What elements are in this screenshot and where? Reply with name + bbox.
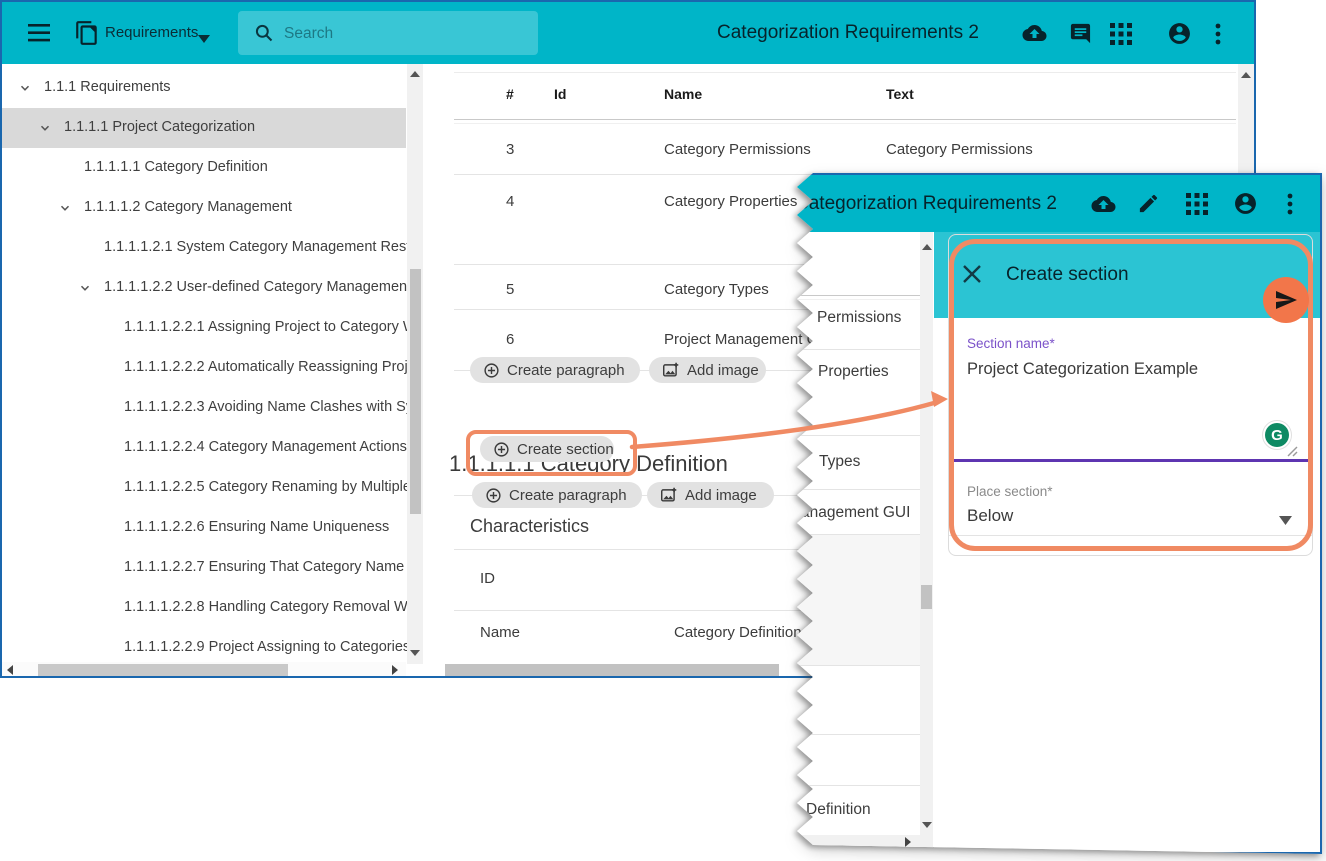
- document-horizontal-scrollbar[interactable]: [445, 664, 779, 677]
- cell-name: Category Permissions: [664, 141, 811, 158]
- strip-horizontal-scrollbar[interactable]: [797, 835, 920, 848]
- chevron-down-icon[interactable]: [58, 201, 72, 220]
- table-fragment: anagement GUI: [801, 504, 910, 522]
- tree-item[interactable]: 1.1.1.1.2.2.5 Category Renaming by Multi…: [2, 468, 406, 508]
- cell-name: Category Types: [664, 281, 769, 298]
- table-fragment: n: [799, 331, 808, 349]
- tree-item[interactable]: 1.1.1.1.2.2.2 Automatically Reassigning …: [2, 348, 406, 388]
- tree-item[interactable]: 1.1.1.1.2.1 System Category Management R…: [2, 228, 406, 268]
- scrollbar-thumb[interactable]: [38, 664, 288, 676]
- create-paragraph-button[interactable]: Create paragraph: [470, 357, 640, 383]
- tree-item[interactable]: 1.1.1.1.2.2.6 Ensuring Name Uniqueness: [2, 508, 406, 548]
- window-title: Categorization Requirements 2: [717, 2, 979, 64]
- scroll-down-icon[interactable]: [922, 822, 932, 828]
- chevron-down-icon: [198, 30, 210, 48]
- column-header-name[interactable]: Name: [664, 86, 702, 102]
- add-image-button[interactable]: Add image: [649, 357, 766, 383]
- submit-section-button[interactable]: [1263, 277, 1309, 323]
- column-header-num[interactable]: #: [506, 86, 514, 102]
- cell-num: 5: [506, 281, 514, 298]
- tree-item[interactable]: 1.1.1.1.2 Category Management: [2, 188, 406, 228]
- requirements-tree-panel: 1.1.1 Requirements 1.1.1.1 Project Categ…: [2, 64, 426, 678]
- cell-num: 4: [506, 193, 514, 210]
- cloud-upload-icon[interactable]: [1021, 21, 1048, 50]
- chevron-down-icon[interactable]: [18, 81, 32, 100]
- tree-vertical-scrollbar[interactable]: [407, 64, 423, 664]
- section-name-input[interactable]: Project Categorization Example: [967, 360, 1198, 379]
- textarea-underline: [949, 459, 1312, 462]
- document-selector[interactable]: Requirements: [105, 2, 198, 64]
- apps-grid-icon[interactable]: [1186, 193, 1208, 220]
- scrollbar-thumb[interactable]: [410, 269, 421, 514]
- document-icon[interactable]: [74, 19, 100, 52]
- column-header-text[interactable]: Text: [886, 86, 914, 102]
- table-fragment: Types: [819, 453, 860, 471]
- column-header-id[interactable]: Id: [554, 86, 566, 102]
- tree-item[interactable]: 1.1.1.1.2.2.3 Avoiding Name Clashes with…: [2, 388, 406, 428]
- search-bar: [238, 11, 538, 55]
- cell-name: Category Properties: [664, 193, 797, 210]
- overlay-window: Categorization Requirements 2: [797, 173, 1322, 854]
- table-fragment: Permissions: [817, 309, 901, 327]
- tree-item[interactable]: 1.1.1.1.2.2.1 Assigning Project to Categ…: [2, 308, 406, 348]
- account-icon[interactable]: [1233, 191, 1258, 221]
- scroll-up-icon[interactable]: [922, 244, 932, 250]
- create-paragraph-button[interactable]: Create paragraph: [472, 482, 642, 508]
- cell-text: Category Permissions: [886, 141, 1033, 158]
- chevron-down-icon[interactable]: [78, 281, 92, 300]
- cell-num: 6: [506, 331, 514, 348]
- more-vert-icon[interactable]: [1287, 193, 1293, 220]
- tree-item[interactable]: 1.1.1.1.1 Category Definition: [2, 148, 406, 188]
- comments-icon[interactable]: [1069, 22, 1092, 50]
- scroll-right-icon[interactable]: [392, 665, 398, 675]
- tree-item[interactable]: 1.1.1.1.2.2.8 Handling Category Removal …: [2, 588, 406, 628]
- create-section-dialog: Create section Section name* Project Cat…: [934, 232, 1322, 854]
- characteristics-title: Characteristics: [470, 516, 589, 537]
- table-fragment: Properties: [818, 363, 889, 381]
- overlay-window-shadow: Categorization Requirements 2: [797, 173, 1322, 854]
- char-row-label[interactable]: Name: [480, 624, 520, 641]
- create-section-button[interactable]: Create section: [480, 436, 614, 462]
- tree-horizontal-scrollbar[interactable]: [2, 662, 406, 678]
- scroll-right-icon[interactable]: [905, 837, 911, 847]
- tree-item[interactable]: 1.1.1.1.2.2.4 Category Management Action…: [2, 428, 406, 468]
- menu-icon[interactable]: [28, 24, 50, 47]
- place-section-select[interactable]: Below: [967, 506, 1013, 526]
- tree-item[interactable]: 1.1.1.1.2.2.7 Ensuring That Category Nam…: [2, 548, 406, 588]
- char-row-label[interactable]: ID: [480, 570, 495, 587]
- add-image-button[interactable]: Add image: [647, 482, 774, 508]
- char-row-value[interactable]: Category Definition: [674, 624, 802, 641]
- document-strip: Permissions n Properties Types anagement…: [797, 232, 920, 854]
- scroll-down-icon[interactable]: [410, 650, 420, 656]
- place-section-label: Place section*: [967, 484, 1053, 499]
- account-icon[interactable]: [1167, 21, 1192, 51]
- tree-item[interactable]: 1.1.1 Requirements: [2, 68, 406, 108]
- close-icon[interactable]: [962, 264, 982, 289]
- search-input[interactable]: [282, 11, 526, 57]
- section-name-label: Section name*: [967, 336, 1055, 351]
- strip-vertical-scrollbar[interactable]: [920, 232, 933, 848]
- screenshot-root: Requirements Categorization Requirements…: [0, 0, 1326, 861]
- scroll-up-icon[interactable]: [410, 71, 420, 77]
- search-icon: [254, 23, 274, 48]
- table-fragment: Definition: [806, 801, 871, 819]
- chevron-down-icon[interactable]: [38, 121, 52, 140]
- dialog-title: Create section: [1006, 232, 1129, 318]
- scroll-left-icon[interactable]: [7, 665, 13, 675]
- tree-item-selected[interactable]: 1.1.1.1 Project Categorization: [2, 108, 406, 148]
- app-header: Categorization Requirements 2: [797, 175, 1320, 232]
- more-vert-icon[interactable]: [1215, 23, 1221, 50]
- cloud-upload-icon[interactable]: [1090, 192, 1117, 221]
- tree-item[interactable]: 1.1.1.1.2.2 User-defined Category Manage…: [2, 268, 406, 308]
- cell-num: 3: [506, 141, 514, 158]
- scroll-up-icon[interactable]: [1241, 72, 1251, 78]
- window-title: Categorization Requirements 2: [797, 175, 1057, 232]
- scrollbar-thumb[interactable]: [921, 585, 932, 609]
- edit-icon[interactable]: [1137, 192, 1160, 220]
- chevron-down-icon[interactable]: [1279, 512, 1292, 530]
- apps-grid-icon[interactable]: [1110, 23, 1132, 50]
- app-header: Requirements Categorization Requirements…: [2, 2, 1254, 64]
